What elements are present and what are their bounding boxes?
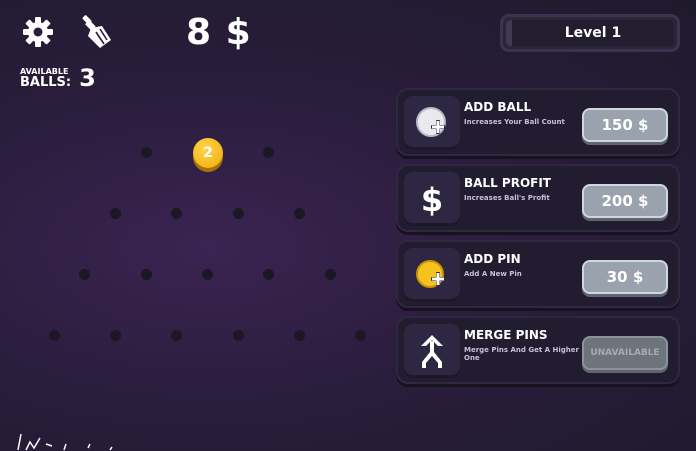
pin (141, 269, 152, 280)
card-title: ADD PIN (464, 252, 521, 266)
shop-card-add-ball: ADD BALL Increases Your Ball Count 150 $ (396, 88, 680, 156)
shop-card-add-pin: ADD PIN Add A New Pin 30 $ (396, 240, 680, 308)
scribble-decoration (17, 433, 113, 451)
pin (294, 208, 305, 219)
buy-add-ball-button[interactable]: 150 $ (582, 108, 668, 142)
pin (171, 330, 182, 341)
pin (355, 330, 366, 341)
pin (294, 330, 305, 341)
buy-ball-profit-button[interactable]: 200 $ (582, 184, 668, 218)
add-ball-icon (404, 96, 460, 150)
pin (233, 330, 244, 341)
shop-card-merge-pins: MERGE PINS Merge Pins And Get A Higher O… (396, 316, 680, 384)
level-indicator: Level 1 (500, 14, 680, 52)
card-title: BALL PROFIT (464, 176, 551, 190)
pin (79, 269, 90, 280)
pin (233, 208, 244, 219)
pin (49, 330, 60, 341)
pin (110, 208, 121, 219)
merge-pins-unavailable-button[interactable]: UNAVAILABLE (582, 336, 668, 370)
level-label: Level 1 (506, 20, 674, 46)
svg-text:$: $ (421, 181, 443, 217)
card-description: Merge Pins And Get A Higher One (464, 346, 579, 362)
dollar-icon: $ (404, 172, 460, 226)
card-description: Increases Your Ball Count (464, 118, 565, 126)
buy-add-pin-button[interactable]: 30 $ (582, 260, 668, 294)
plinko-board: 2 (0, 0, 390, 451)
pin (325, 269, 336, 280)
ball-value: 2 (203, 145, 213, 161)
gold-ball: 2 (193, 138, 223, 168)
pin (263, 269, 274, 280)
card-description: Add A New Pin (464, 270, 522, 278)
shop-card-ball-profit: $ BALL PROFIT Increases Ball's Profit 20… (396, 164, 680, 232)
pin (141, 147, 152, 158)
card-title: ADD BALL (464, 100, 532, 114)
pin (263, 147, 274, 158)
pin (110, 330, 121, 341)
pin (202, 269, 213, 280)
card-title: MERGE PINS (464, 328, 548, 342)
pin (171, 208, 182, 219)
add-pin-icon (404, 248, 460, 302)
merge-arrow-icon (404, 324, 460, 378)
card-description: Increases Ball's Profit (464, 194, 550, 202)
